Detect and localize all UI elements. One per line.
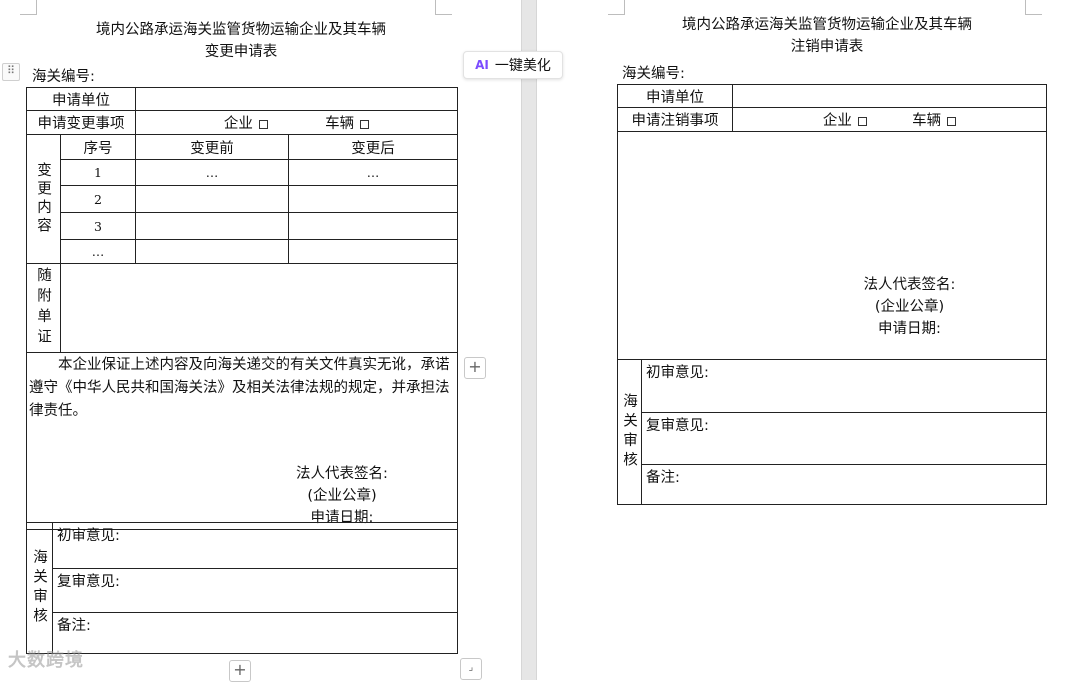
applicant-label-cell: 申请单位: [26, 87, 136, 111]
ai-beautify-button[interactable]: AI 一键美化: [463, 51, 563, 79]
right-remarks-cell[interactable]: 备注:: [641, 464, 1047, 505]
attachments-value-cell[interactable]: [60, 263, 458, 353]
left-title-line2: 变更申请表: [204, 44, 278, 60]
right-enterprise-option-label: 企业: [822, 113, 852, 129]
left-customs-number-label: 海关编号:: [32, 69, 95, 85]
table-resize-handle-icon[interactable]: ⌟: [460, 658, 482, 680]
left-form-title: 境内公路承运海关监管货物运输企业及其车辆 变更申请表: [26, 19, 456, 63]
enterprise-option-label: 企业: [223, 116, 253, 132]
right-date-label: 申请日期:: [878, 321, 941, 337]
declaration-text: 本企业保证上述内容及向海关递交的有关文件真实无讹，承诺遵守《中华人民共和国海关法…: [29, 357, 450, 419]
right-review-label-cell: 海关审核: [617, 359, 642, 505]
change-content-label-cell: 变更内容: [26, 134, 61, 264]
page-divider: [521, 0, 537, 680]
vehicle-checkbox[interactable]: [360, 119, 370, 129]
right-first-review-cell[interactable]: 初审意见:: [641, 359, 1047, 413]
ai-icon: AI: [475, 58, 489, 72]
right-seal-label: (企业公章): [874, 299, 945, 315]
table-row-after[interactable]: [288, 239, 458, 264]
right-enterprise-checkbox[interactable]: [857, 116, 867, 126]
attachments-label: 随附单证: [35, 267, 51, 349]
left-review-label: 海关审核: [31, 549, 47, 627]
change-item-options-cell: 企业 车辆: [135, 110, 458, 135]
table-row-before[interactable]: [135, 212, 289, 240]
table-row-seq: 1: [60, 159, 136, 186]
document-canvas: 境内公路承运海关监管货物运输企业及其车辆 变更申请表 海关编号: 申请单位 申请…: [0, 0, 1080, 682]
vehicle-option-label: 车辆: [325, 116, 355, 132]
right-vehicle-checkbox[interactable]: [947, 116, 957, 126]
attachments-label-cell: 随附单证: [26, 263, 61, 353]
left-signature-label: 法人代表签名:: [296, 466, 388, 482]
right-title-line2: 注销申请表: [790, 39, 864, 55]
right-signature-label: 法人代表签名:: [863, 277, 956, 293]
watermark: 大数跨境: [8, 650, 84, 671]
right-second-review-cell[interactable]: 复审意见:: [641, 412, 1047, 465]
table-row-before[interactable]: [135, 239, 289, 264]
table-row-after[interactable]: [288, 212, 458, 240]
declaration-cell: 本企业保证上述内容及向海关递交的有关文件真实无讹，承诺遵守《中华人民共和国海关法…: [26, 352, 458, 530]
cancel-item-label-cell: 申请注销事项: [617, 107, 733, 132]
left-second-review-cell[interactable]: 复审意见:: [52, 568, 458, 613]
right-page-corner-mark: [1025, 0, 1042, 15]
add-column-button[interactable]: +: [464, 357, 486, 379]
table-row-after[interactable]: …: [288, 159, 458, 186]
before-header: 变更前: [135, 134, 289, 160]
change-content-label: 变更内容: [35, 162, 51, 236]
right-applicant-label-cell: 申请单位: [617, 84, 733, 108]
table-row-seq: 3: [60, 212, 136, 240]
table-row-before[interactable]: …: [135, 159, 289, 186]
table-row-seq: …: [60, 239, 136, 264]
ai-beautify-label: 一键美化: [494, 58, 551, 74]
right-form-title: 境内公路承运海关监管货物运输企业及其车辆 注销申请表: [608, 14, 1046, 58]
left-page-corner-mark: [20, 0, 37, 15]
applicant-value-cell[interactable]: [135, 87, 458, 111]
table-row-seq: 2: [60, 185, 136, 213]
right-signature-cell: 法人代表签名: (企业公章) 申请日期:: [617, 131, 1047, 360]
right-vehicle-option-label: 车辆: [912, 113, 942, 129]
add-row-button[interactable]: +: [229, 660, 251, 682]
left-remarks-cell[interactable]: 备注:: [52, 612, 458, 654]
enterprise-checkbox[interactable]: [258, 119, 268, 129]
right-applicant-value-cell[interactable]: [732, 84, 1047, 108]
right-title-line1: 境内公路承运海关监管货物运输企业及其车辆: [682, 17, 972, 33]
right-page-corner-mark: [608, 0, 625, 15]
right-review-label: 海关审核: [621, 393, 637, 471]
change-application-table: 申请单位 申请变更事项 企业 车辆 变更内容 序号 变更前 变更后 1 … … …: [26, 87, 458, 530]
table-row-before[interactable]: [135, 185, 289, 213]
table-row-after[interactable]: [288, 185, 458, 213]
seq-header: 序号: [60, 134, 136, 160]
after-header: 变更后: [288, 134, 458, 160]
right-customs-number-label: 海关编号:: [622, 66, 685, 82]
table-drag-handle-icon[interactable]: ⠿: [2, 63, 20, 81]
left-customs-review-table: 海关审核 初审意见: 复审意见: 备注:: [26, 522, 458, 654]
left-review-label-cell: 海关审核: [26, 522, 53, 654]
cancel-item-options-cell: 企业 车辆: [732, 107, 1047, 132]
left-page-corner-mark: [435, 0, 452, 15]
left-seal-label: (企业公章): [307, 488, 377, 504]
left-title-line1: 境内公路承运海关监管货物运输企业及其车辆: [96, 22, 386, 38]
left-first-review-cell[interactable]: 初审意见:: [52, 522, 458, 569]
cancellation-application-table: 申请单位 申请注销事项 企业 车辆 法人代表签名: (企业公章) 申请日期: 海…: [617, 84, 1047, 505]
change-item-label-cell: 申请变更事项: [26, 110, 136, 135]
